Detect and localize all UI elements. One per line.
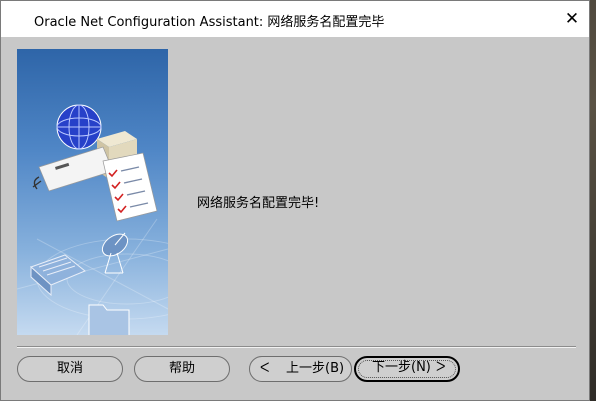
dialog-window: Oracle Net Configuration Assistant: 网络服务… [0,0,590,401]
close-button[interactable]: ✕ [557,5,587,33]
next-button-label: 下一步(N) [372,360,431,375]
back-button-label: 上一步(B) [286,361,345,376]
oracle-app-icon [7,11,21,25]
window-title: Oracle Net Configuration Assistant: 网络服务… [34,15,385,30]
help-button[interactable]: 帮助 [134,356,230,382]
globe-icon [56,104,102,150]
title-bar: Oracle Net Configuration Assistant: 网络服务… [1,1,589,37]
next-arrow-icon: ᐳ [436,360,446,375]
checklist-icon [102,152,158,222]
tag-card-icon [32,146,114,192]
next-button[interactable]: 下一步(N) ᐳ [354,356,460,382]
folder-icon [88,304,130,335]
completion-message: 网络服务名配置完毕! [197,196,320,211]
cancel-button[interactable]: 取消 [17,356,123,382]
dialog-content: 网络服务名配置完毕! 取消 帮助 ᐸ 上一步(B) 下一步(N) ᐳ [1,37,589,400]
footer-separator [17,346,576,348]
back-button[interactable]: ᐸ 上一步(B) [249,356,352,382]
back-arrow-icon: ᐸ [260,361,270,376]
network-configuration-illustration [17,49,168,335]
